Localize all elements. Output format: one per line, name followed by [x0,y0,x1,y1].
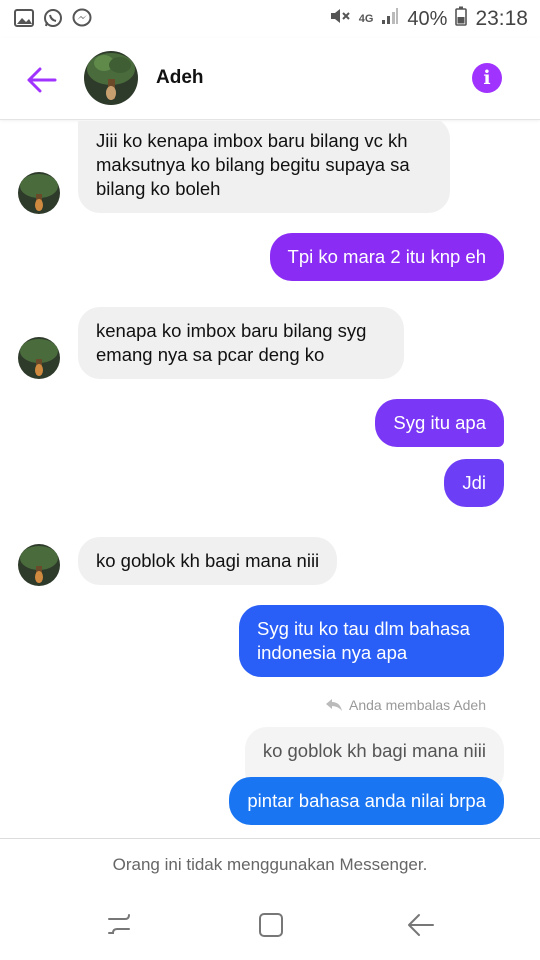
clock: 23:18 [475,7,528,30]
message-bubble[interactable]: kenapa ko imbox baru bilang syg emang ny… [78,307,404,379]
info-button[interactable]: i [472,63,502,93]
conversation-header: Adeh i [0,38,540,120]
sender-avatar[interactable] [18,337,60,379]
status-indicators: 4G 40% 23:18 [329,6,528,32]
message-bubble[interactable]: Jiii ko kenapa imbox baru bilang vc kh m… [78,121,450,213]
network-type: 4G [358,13,374,25]
composer-notice: Orang ini tidak menggunakan Messenger. [112,855,428,874]
message-bubble[interactable]: Jdi [444,459,504,507]
back-button[interactable] [22,60,62,100]
sender-avatar[interactable] [18,172,60,214]
recent-apps-icon [108,914,130,934]
status-bar: 4G 40% 23:18 [0,0,540,38]
mute-icon [329,6,351,32]
home-icon [259,913,283,937]
message-list[interactable]: Jiii ko kenapa imbox baru bilang vc kh m… [0,121,540,836]
notification-icons [14,8,92,33]
contact-name[interactable]: Adeh [156,67,204,89]
battery-percent: 40% [407,7,448,30]
reply-note: Anda membalas Adeh [325,697,486,713]
reply-note-text: Anda membalas Adeh [349,697,486,713]
contact-avatar[interactable] [84,51,138,105]
message-bubble[interactable]: Syg itu apa [375,399,504,447]
nav-back-button[interactable] [406,910,436,940]
back-icon [408,914,434,936]
back-arrow-icon [27,67,57,93]
info-icon: i [483,67,491,89]
battery-icon [455,6,468,32]
sender-avatar[interactable] [18,544,60,586]
messenger-icon [72,8,92,33]
signal-icon [381,7,399,31]
gallery-icon [14,9,34,32]
reply-icon [326,699,343,711]
divider [0,838,540,839]
recent-apps-button[interactable] [104,910,134,940]
message-bubble[interactable]: pintar bahasa anda nilai brpa [229,777,504,825]
whatsapp-icon [43,8,63,33]
home-button[interactable] [256,910,286,940]
message-bubble[interactable]: Syg itu ko tau dlm bahasa indonesia nya … [239,605,504,677]
message-bubble[interactable]: ko goblok kh bagi mana niii [78,537,338,585]
navigation-bar [0,890,540,960]
message-bubble[interactable]: Tpi ko mara 2 itu knp eh [269,233,504,281]
